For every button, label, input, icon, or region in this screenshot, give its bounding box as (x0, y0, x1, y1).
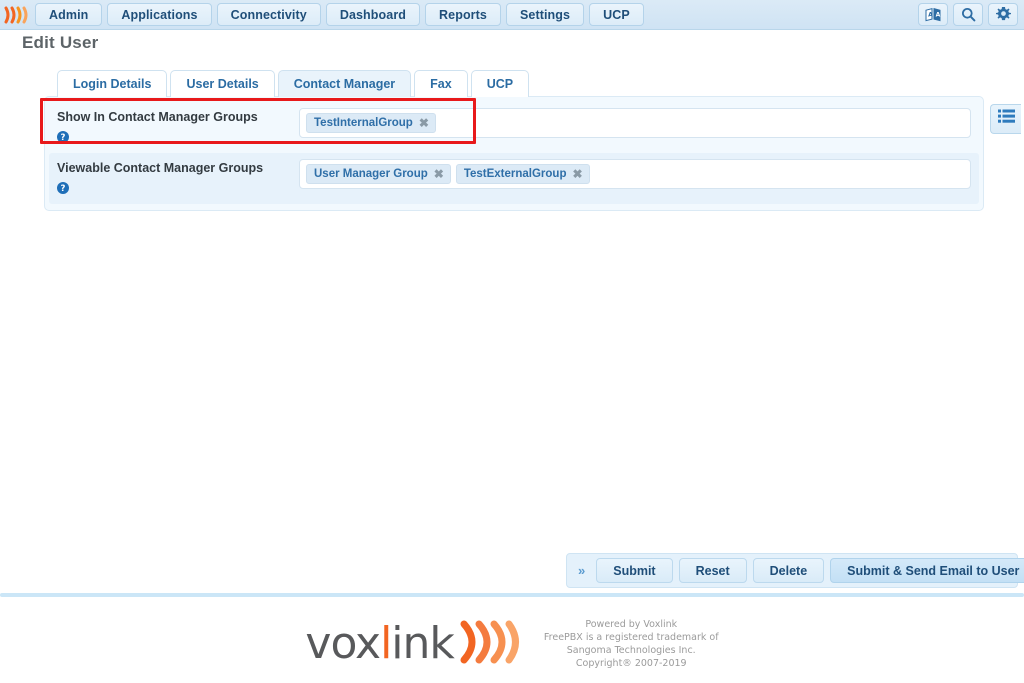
svg-text:A: A (936, 12, 941, 19)
chip-remove-icon[interactable]: ✖ (419, 117, 429, 129)
side-list-toggle-button[interactable] (990, 104, 1021, 134)
footer-line-3: Sangoma Technologies Inc. (566, 645, 696, 656)
label-show-in-contact-manager-groups: Show In Contact Manager Groups (57, 110, 258, 124)
chip-label: TestInternalGroup (314, 117, 413, 129)
voxlink-logo: voxlink (305, 620, 521, 669)
nav-item-settings[interactable]: Settings (505, 3, 585, 26)
svg-text:A: A (928, 12, 933, 19)
nav-item-dashboard[interactable]: Dashboard (325, 3, 421, 26)
form-action-bar: » Submit Reset Delete Submit & Send Emai… (566, 553, 1024, 588)
submit-send-email-button[interactable]: Submit & Send Email to User (830, 558, 1024, 583)
field-viewable-contact-manager-groups[interactable]: User Manager Group ✖ TestExternalGroup ✖ (299, 159, 971, 189)
nav-item-applications[interactable]: Applications (107, 3, 212, 26)
contact-manager-panel: Show In Contact Manager Groups ? TestInt… (44, 96, 984, 211)
tab-fax[interactable]: Fax (414, 70, 468, 97)
svg-text:?: ? (61, 184, 66, 194)
form-row-label-wrap: Show In Contact Manager Groups ? (57, 108, 299, 148)
voxlink-wordmark: voxlink (305, 622, 454, 666)
footer-line-2: FreePBX is a registered trademark of (543, 632, 719, 643)
chip-test-external-group[interactable]: TestExternalGroup ✖ (455, 164, 590, 184)
tab-login-details[interactable]: Login Details (57, 70, 168, 97)
page-title: Edit User (22, 33, 99, 52)
top-navbar: Admin Applications Connectivity Dashboar… (0, 0, 1024, 30)
form-row-show-in-groups: Show In Contact Manager Groups ? TestInt… (49, 102, 979, 153)
gear-icon (995, 7, 1011, 22)
tab-user-details[interactable]: User Details (170, 70, 275, 97)
reset-button[interactable]: Reset (678, 558, 747, 583)
translate-button[interactable]: A A (918, 3, 948, 26)
settings-gear-button[interactable] (988, 3, 1018, 26)
voxlink-text-accent: l (380, 618, 392, 669)
search-icon (961, 7, 976, 22)
chip-test-internal-group[interactable]: TestInternalGroup ✖ (306, 113, 436, 133)
field-show-in-contact-manager-groups[interactable]: TestInternalGroup ✖ (299, 108, 971, 138)
svg-text:?: ? (61, 133, 66, 143)
voxlink-text-part1: vox (305, 618, 381, 669)
footer-line-4: Copyright® 2007-2019 (575, 658, 687, 669)
search-button[interactable] (953, 3, 983, 26)
voxlink-waves-icon (460, 620, 522, 669)
chip-label: TestExternalGroup (463, 168, 567, 180)
nav-right-actions: A A (918, 3, 1018, 26)
nav-item-connectivity[interactable]: Connectivity (216, 3, 321, 26)
list-view-icon (997, 109, 1015, 129)
nav-item-admin[interactable]: Admin (35, 3, 103, 26)
chip-remove-icon[interactable]: ✖ (434, 168, 444, 180)
footer-divider (0, 593, 1024, 597)
help-circle-icon[interactable]: ? (57, 181, 69, 199)
tab-contact-manager[interactable]: Contact Manager (277, 70, 412, 97)
delete-button[interactable]: Delete (752, 558, 825, 583)
tab-ucp[interactable]: UCP (470, 70, 530, 97)
chip-remove-icon[interactable]: ✖ (572, 168, 582, 180)
footer-line-1: Powered by Voxlink (585, 619, 678, 630)
nav-item-reports[interactable]: Reports (425, 3, 501, 26)
label-viewable-contact-manager-groups: Viewable Contact Manager Groups (57, 161, 264, 175)
submit-button[interactable]: Submit (596, 558, 673, 583)
chip-label: User Manager Group (314, 168, 428, 180)
footer-copyright-text: Powered by Voxlink FreePBX is a register… (544, 618, 719, 670)
tab-bar: Login Details User Details Contact Manag… (57, 70, 530, 97)
chip-user-manager-group[interactable]: User Manager Group ✖ (306, 164, 451, 184)
freepbx-logo-icon[interactable] (3, 4, 31, 26)
nav-item-ucp[interactable]: UCP (589, 3, 644, 26)
translate-icon: A A (925, 7, 941, 22)
form-row-label-wrap: Viewable Contact Manager Groups ? (57, 159, 299, 199)
voxlink-text-part2: ink (391, 618, 455, 669)
page-footer: voxlink Powered by Voxlink FreePBX is a … (0, 605, 1024, 683)
nav-menu: Admin Applications Connectivity Dashboar… (35, 3, 644, 26)
help-circle-icon[interactable]: ? (57, 130, 69, 148)
form-row-viewable-groups: Viewable Contact Manager Groups ? User M… (49, 153, 979, 204)
expand-actions-chevron-icon[interactable]: » (572, 563, 590, 578)
